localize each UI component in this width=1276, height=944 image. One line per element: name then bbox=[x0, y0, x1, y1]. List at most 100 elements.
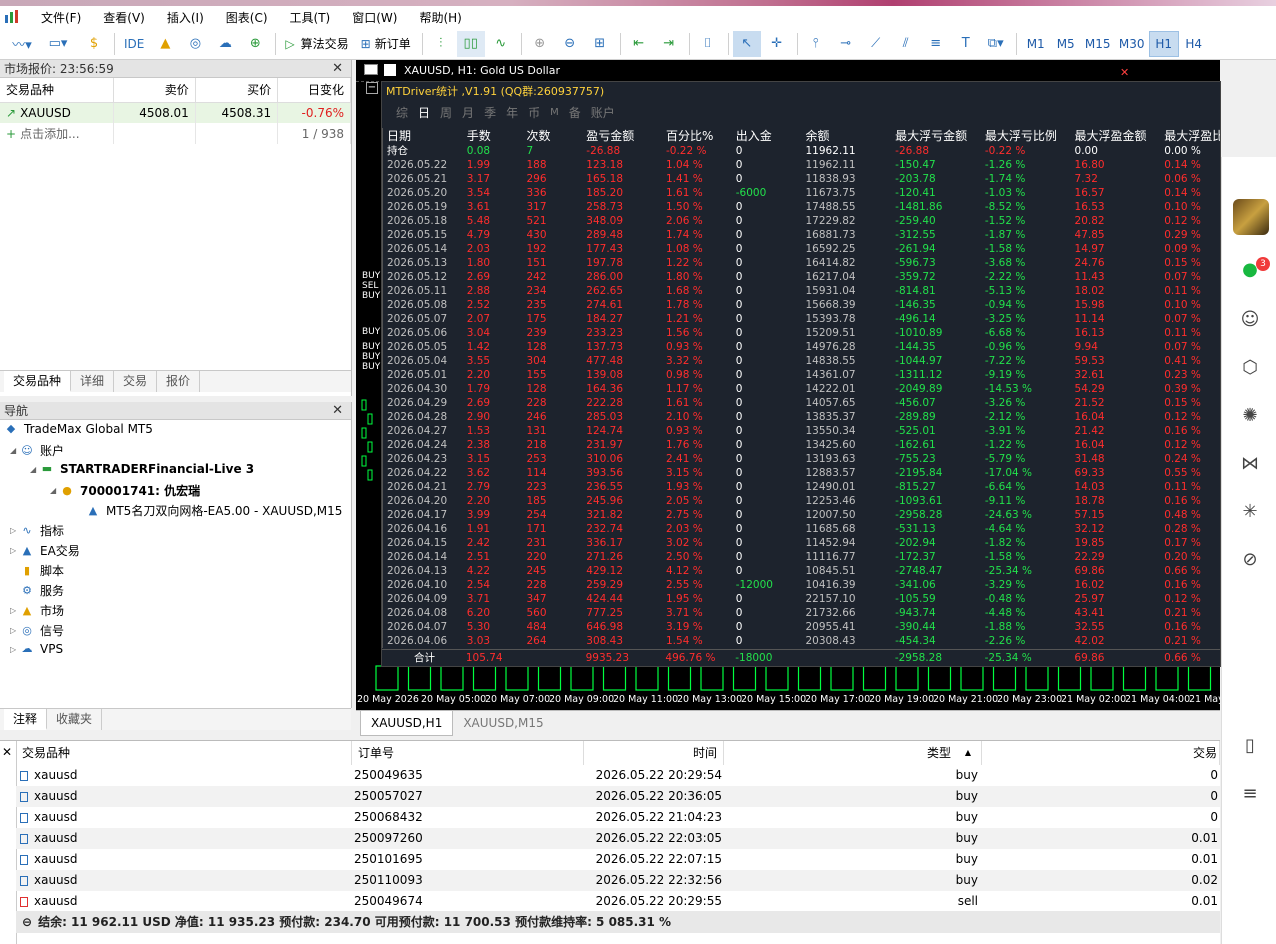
sparkle-icon[interactable]: ✳ bbox=[1238, 499, 1262, 523]
tree-broker[interactable]: ◆ TradeMax Global MT5 bbox=[4, 422, 153, 436]
stats-tab-week[interactable]: 周 bbox=[440, 104, 452, 121]
close-icon[interactable]: ✕ bbox=[332, 60, 343, 78]
stats-tab-quarter[interactable]: 季 bbox=[484, 104, 496, 121]
tree-vps[interactable]: ▷ ☁ VPS bbox=[10, 642, 63, 656]
bar-chart-icon[interactable]: ⫶ bbox=[427, 31, 455, 57]
tree-ea[interactable]: ▲ MT5名刀双向网格-EA5.00 - XAUUSD,M15 bbox=[86, 502, 343, 519]
new-order-button[interactable]: ⊞ 新订单 bbox=[356, 31, 416, 57]
tab-symbols[interactable]: 交易品种 bbox=[4, 371, 72, 392]
chart-template-icon[interactable]: ▭▾ bbox=[44, 31, 72, 57]
timeframe-h4[interactable]: H4 bbox=[1179, 31, 1209, 57]
stats-tab-notes[interactable]: 备 bbox=[569, 104, 581, 121]
chart-tab-xauusd-m15[interactable]: XAUUSD,M15 bbox=[453, 711, 553, 736]
stats-tab-summary[interactable]: 综 bbox=[396, 104, 408, 121]
col-symbol[interactable]: 交易品种 bbox=[0, 78, 114, 103]
tile-windows-icon[interactable]: ⊞ bbox=[586, 31, 614, 57]
link-icon[interactable]: ⊘ bbox=[1238, 547, 1262, 571]
stats-tab-account[interactable]: 账户 bbox=[591, 104, 615, 121]
line-chart-icon[interactable]: ∿ bbox=[487, 31, 515, 57]
contacts-icon[interactable]: ☺ bbox=[1238, 307, 1262, 331]
menu-help[interactable]: 帮助(H) bbox=[408, 9, 472, 26]
cloud-icon[interactable]: ☁ bbox=[211, 31, 239, 57]
aperture-icon[interactable]: ✺ bbox=[1238, 403, 1262, 427]
timeframe-h1[interactable]: H1 bbox=[1148, 30, 1179, 57]
chart-type-icon[interactable]: 〰▾ bbox=[8, 31, 36, 57]
algo-trading-button[interactable]: ▷ 算法交易 bbox=[280, 31, 353, 57]
tree-services[interactable]: ⚙ 服务 bbox=[20, 582, 64, 599]
stats-collapse-icon[interactable]: − bbox=[366, 82, 378, 94]
globe-icon[interactable]: ⊕ bbox=[241, 31, 269, 57]
tree-scripts[interactable]: ▮ 脚本 bbox=[20, 562, 64, 579]
dollar-icon[interactable]: $ bbox=[80, 31, 108, 57]
tree-experts[interactable]: ▷ ▲ EA交易 bbox=[10, 542, 80, 559]
trendline-icon[interactable]: ⟋ bbox=[862, 31, 890, 57]
screenshot-icon[interactable]: ⌷ bbox=[694, 31, 722, 57]
col-ask[interactable]: 买价 bbox=[195, 78, 279, 103]
menu-file[interactable]: 文件(F) bbox=[30, 9, 92, 26]
tab-ticks[interactable]: 报价 bbox=[157, 371, 201, 392]
cube-icon[interactable]: ⬡ bbox=[1238, 355, 1262, 379]
tab-details[interactable]: 详细 bbox=[71, 371, 115, 392]
channel-icon[interactable]: ⫽ bbox=[892, 31, 920, 57]
tab-trading[interactable]: 交易 bbox=[114, 371, 158, 392]
tab-favorites[interactable]: 收藏夹 bbox=[47, 709, 103, 730]
tree-server[interactable]: ◢ ▬ STARTRADERFinancial-Live 3 bbox=[30, 462, 254, 476]
stats-tab-year[interactable]: 年 bbox=[506, 104, 518, 121]
col-order-time[interactable]: 时间 bbox=[584, 741, 724, 765]
menu-tools[interactable]: 工具(T) bbox=[279, 9, 342, 26]
timeframe-m5[interactable]: M5 bbox=[1051, 31, 1081, 57]
menu-insert[interactable]: 插入(I) bbox=[156, 9, 215, 26]
butterfly-icon[interactable]: ⋈ bbox=[1238, 451, 1262, 475]
symbol-row[interactable]: ↗ XAUUSD 4508.01 4508.31 -0.76% bbox=[0, 102, 351, 123]
market-bag-icon[interactable]: ▲ bbox=[151, 31, 179, 57]
hamburger-menu-icon[interactable]: ≡ bbox=[1238, 781, 1262, 805]
menu-view[interactable]: 查看(V) bbox=[92, 9, 156, 26]
stats-tab-currency[interactable]: 币 bbox=[528, 104, 540, 121]
col-order-volume[interactable]: 交易 bbox=[982, 741, 1220, 765]
close-icon[interactable]: ✕ bbox=[332, 402, 343, 420]
order-row[interactable]: xauusd 250049674 2026.05.22 20:29:55 sell 0.… bbox=[16, 891, 1220, 912]
candlestick-icon[interactable]: ▯▯ bbox=[456, 30, 485, 57]
timeframe-m1[interactable]: M1 bbox=[1021, 31, 1051, 57]
tab-notes[interactable]: 注释 bbox=[4, 709, 48, 730]
tree-account[interactable]: ◢ ● 700001741: 仇宏瑞 bbox=[50, 482, 200, 499]
game-avatar-icon[interactable] bbox=[1233, 199, 1269, 235]
chart-shift-icon[interactable]: ⇥ bbox=[655, 31, 683, 57]
order-row[interactable]: xauusd 250110093 2026.05.22 22:32:56 buy 0.0… bbox=[16, 870, 1220, 891]
tree-signals[interactable]: ▷ ◎ 信号 bbox=[10, 622, 64, 639]
collapse-icon[interactable]: ⊖ bbox=[22, 915, 32, 929]
autoscroll-icon[interactable]: ⇤ bbox=[625, 31, 653, 57]
col-order-symbol[interactable]: 交易品种 bbox=[16, 741, 352, 765]
add-symbol-link[interactable]: + 点击添加... bbox=[0, 123, 114, 144]
order-row[interactable]: xauusd 250068432 2026.05.22 21:04:23 buy 0 bbox=[16, 807, 1220, 828]
phone-icon[interactable]: ▯ bbox=[1238, 733, 1262, 757]
zoom-in-icon[interactable]: ⊕ bbox=[526, 31, 554, 57]
crosshair-icon[interactable]: ✛ bbox=[763, 31, 791, 57]
order-row[interactable]: xauusd 250057027 2026.05.22 20:36:05 buy 0 bbox=[16, 786, 1220, 807]
timeframe-m30[interactable]: M30 bbox=[1115, 31, 1149, 57]
cursor-icon[interactable]: ↖ bbox=[732, 30, 761, 57]
tree-indicators[interactable]: ▷ ∿ 指标 bbox=[10, 522, 64, 539]
stats-tab-month[interactable]: 月 bbox=[462, 104, 474, 121]
tree-accounts[interactable]: ◢ ☺ 账户 bbox=[10, 442, 64, 459]
order-row[interactable]: xauusd 250097260 2026.05.22 22:03:05 buy 0.0… bbox=[16, 828, 1220, 849]
col-change[interactable]: 日变化 bbox=[277, 78, 351, 103]
order-row[interactable]: xauusd 250049635 2026.05.22 20:29:54 buy 0 bbox=[16, 765, 1220, 786]
zoom-out-icon[interactable]: ⊖ bbox=[556, 31, 584, 57]
text-icon[interactable]: T bbox=[952, 31, 980, 57]
horizontal-line-icon[interactable]: ⊸ bbox=[832, 31, 860, 57]
shapes-icon[interactable]: ⧉▾ bbox=[982, 31, 1010, 57]
order-row[interactable]: xauusd 250101695 2026.05.22 22:07:15 buy 0.0… bbox=[16, 849, 1220, 870]
col-bid[interactable]: 卖价 bbox=[113, 78, 196, 103]
fibonacci-icon[interactable]: ≡ bbox=[922, 31, 950, 57]
ide-button[interactable]: IDE bbox=[119, 31, 149, 57]
chart-tab-xauusd-h1[interactable]: XAUUSD,H1 bbox=[360, 711, 454, 736]
stats-tab-day[interactable]: 日 bbox=[418, 104, 430, 121]
col-order-ticket[interactable]: 订单号 bbox=[352, 741, 584, 765]
tree-market[interactable]: ▷ ▲ 市场 bbox=[10, 602, 64, 619]
timeframe-m15[interactable]: M15 bbox=[1081, 31, 1115, 57]
col-order-type[interactable]: 类型 ▲ bbox=[724, 741, 982, 765]
menu-window[interactable]: 窗口(W) bbox=[341, 9, 408, 26]
toolbox-close-icon[interactable]: ✕ bbox=[2, 745, 12, 759]
vertical-line-icon[interactable]: ⫯ bbox=[802, 31, 830, 57]
